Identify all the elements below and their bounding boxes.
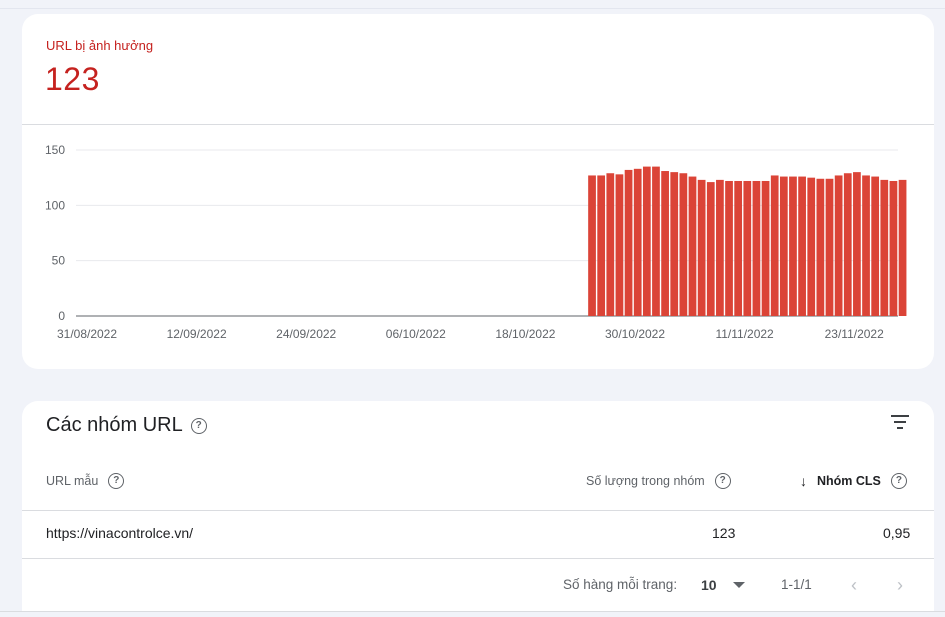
help-icon[interactable]: ?	[108, 473, 125, 489]
chart-bar	[688, 176, 697, 316]
help-icon[interactable]: ?	[190, 417, 207, 434]
chart-bar	[752, 180, 761, 316]
summary-card: URL bị ảnh hưởng 123 0 50 100 150 31/08/2022…	[22, 14, 934, 369]
x-tick-label: 24/09/2022	[276, 327, 336, 341]
chart-bar	[615, 174, 624, 316]
next-page-button[interactable]: ›	[897, 575, 903, 596]
chart-bar	[834, 175, 843, 316]
y-tick-label: 50	[52, 254, 66, 268]
y-tick-label: 150	[45, 143, 65, 157]
chart-bar	[871, 176, 880, 316]
chart-bar	[716, 179, 724, 316]
x-tick-label: 18/10/2022	[495, 327, 555, 341]
chart-bar	[661, 171, 669, 316]
page-range: 1-1/1	[781, 577, 812, 592]
top-border	[0, 8, 945, 9]
rows-per-page-select[interactable]: 10	[701, 577, 745, 593]
url-groups-card: Các nhóm URL ? URL mẫu ? Số lượng trong …	[22, 401, 934, 611]
chart-bar	[697, 179, 706, 316]
chart-bar	[652, 166, 660, 316]
chart-bar	[734, 180, 743, 316]
chart-bar	[743, 180, 752, 316]
url-groups-title: Các nhóm URL ?	[46, 414, 207, 437]
chart-bar	[706, 182, 715, 316]
affected-urls-label[interactable]: URL bị ảnh hưởng	[46, 38, 153, 53]
chart-bar	[789, 176, 797, 316]
chart-bar	[679, 173, 688, 316]
filter-icon[interactable]	[890, 415, 910, 431]
chart-bar	[725, 180, 733, 316]
row-count: 123	[712, 525, 736, 541]
chart-bar	[597, 175, 606, 316]
bottom-border	[0, 611, 945, 612]
column-header-cls-label: Nhóm CLS	[817, 474, 881, 488]
arrow-down-icon: ↓	[800, 473, 807, 489]
chart-bar	[798, 176, 806, 316]
chart-bar	[761, 180, 770, 316]
chart-bar	[624, 169, 633, 316]
help-icon[interactable]: ?	[890, 473, 907, 489]
chevron-down-icon	[732, 582, 745, 588]
chart-bar	[889, 180, 898, 316]
chart-bar	[825, 178, 834, 316]
prev-page-button[interactable]: ‹	[851, 575, 857, 596]
x-tick-label: 23/11/2022	[825, 327, 884, 341]
card-divider	[22, 124, 934, 125]
row-url[interactable]: https://vinacontrolce.vn/	[46, 525, 193, 541]
chart-bar	[779, 176, 788, 316]
column-header-cls[interactable]: ↓ Nhóm CLS ?	[800, 473, 907, 489]
chart-bar	[606, 173, 615, 316]
url-groups-title-text: Các nhóm URL	[46, 414, 183, 436]
row-divider	[22, 558, 934, 559]
x-tick-label: 11/11/2022	[715, 327, 774, 341]
chart-bar	[843, 173, 852, 316]
chart-bar	[862, 175, 870, 316]
x-tick-label: 06/10/2022	[386, 327, 446, 341]
chart-bar	[816, 178, 825, 316]
column-header-url[interactable]: URL mẫu ?	[46, 473, 125, 489]
column-header-url-label: URL mẫu	[46, 474, 99, 488]
rows-per-page-value: 10	[701, 577, 717, 593]
chart-bar	[642, 166, 651, 316]
chart-bar	[807, 177, 816, 316]
x-tick-label: 31/08/2022	[57, 327, 117, 341]
chart-bar	[588, 175, 596, 316]
chart-bar	[853, 172, 861, 316]
chart-bar	[633, 168, 642, 316]
row-cls: 0,95	[883, 525, 911, 541]
chart-bar	[898, 179, 907, 316]
column-header-count-label: Số lượng trong nhóm	[586, 474, 705, 488]
affected-urls-count: 123	[45, 61, 100, 97]
affected-urls-chart[interactable]: 0 50 100 150 31/08/2022 12/09/2022 24/09/2022 0…	[22, 134, 934, 369]
rows-per-page-label: Số hàng mỗi trang:	[563, 577, 678, 592]
help-icon[interactable]: ?	[714, 473, 731, 489]
chart-bar	[670, 172, 679, 316]
chart-bar	[880, 179, 889, 316]
x-tick-label: 30/10/2022	[605, 327, 665, 341]
header-divider	[22, 510, 934, 511]
chart-bar	[770, 175, 779, 316]
column-header-count[interactable]: Số lượng trong nhóm ?	[586, 473, 731, 489]
y-tick-label: 0	[58, 309, 65, 323]
y-tick-label: 100	[45, 198, 65, 212]
x-tick-label: 12/09/2022	[167, 327, 227, 341]
